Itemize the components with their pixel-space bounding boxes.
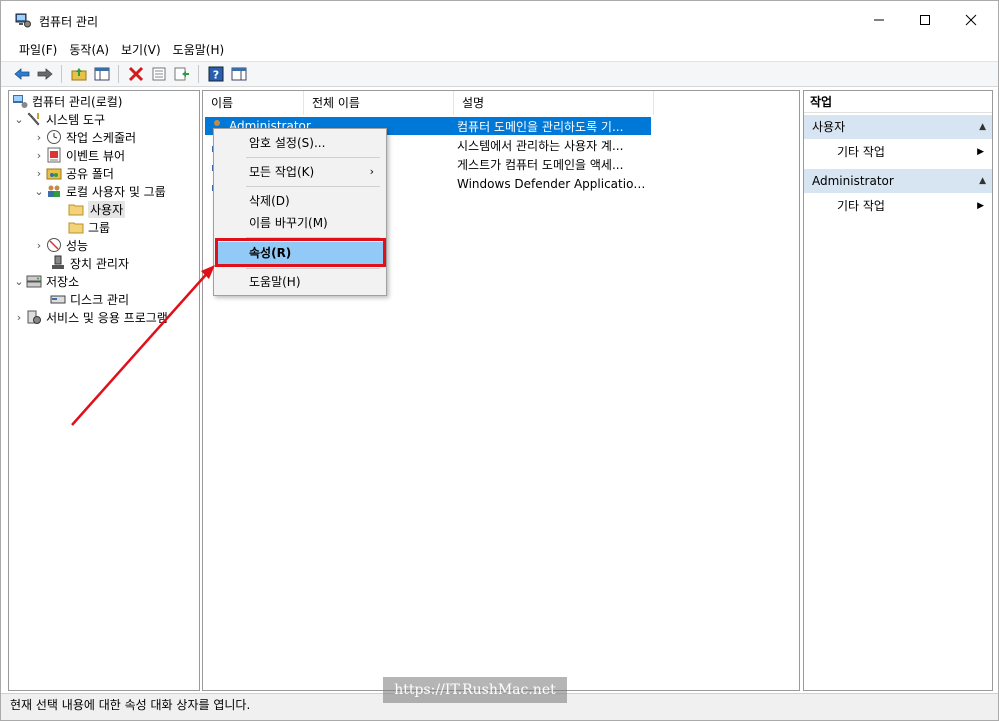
- annotation-arrow: [71, 265, 215, 426]
- computer-management-window: 컴퓨터 관리 파일(F) 동작(A) 보기(V) 도움말(H) ? 컴퓨터 관리…: [0, 0, 999, 721]
